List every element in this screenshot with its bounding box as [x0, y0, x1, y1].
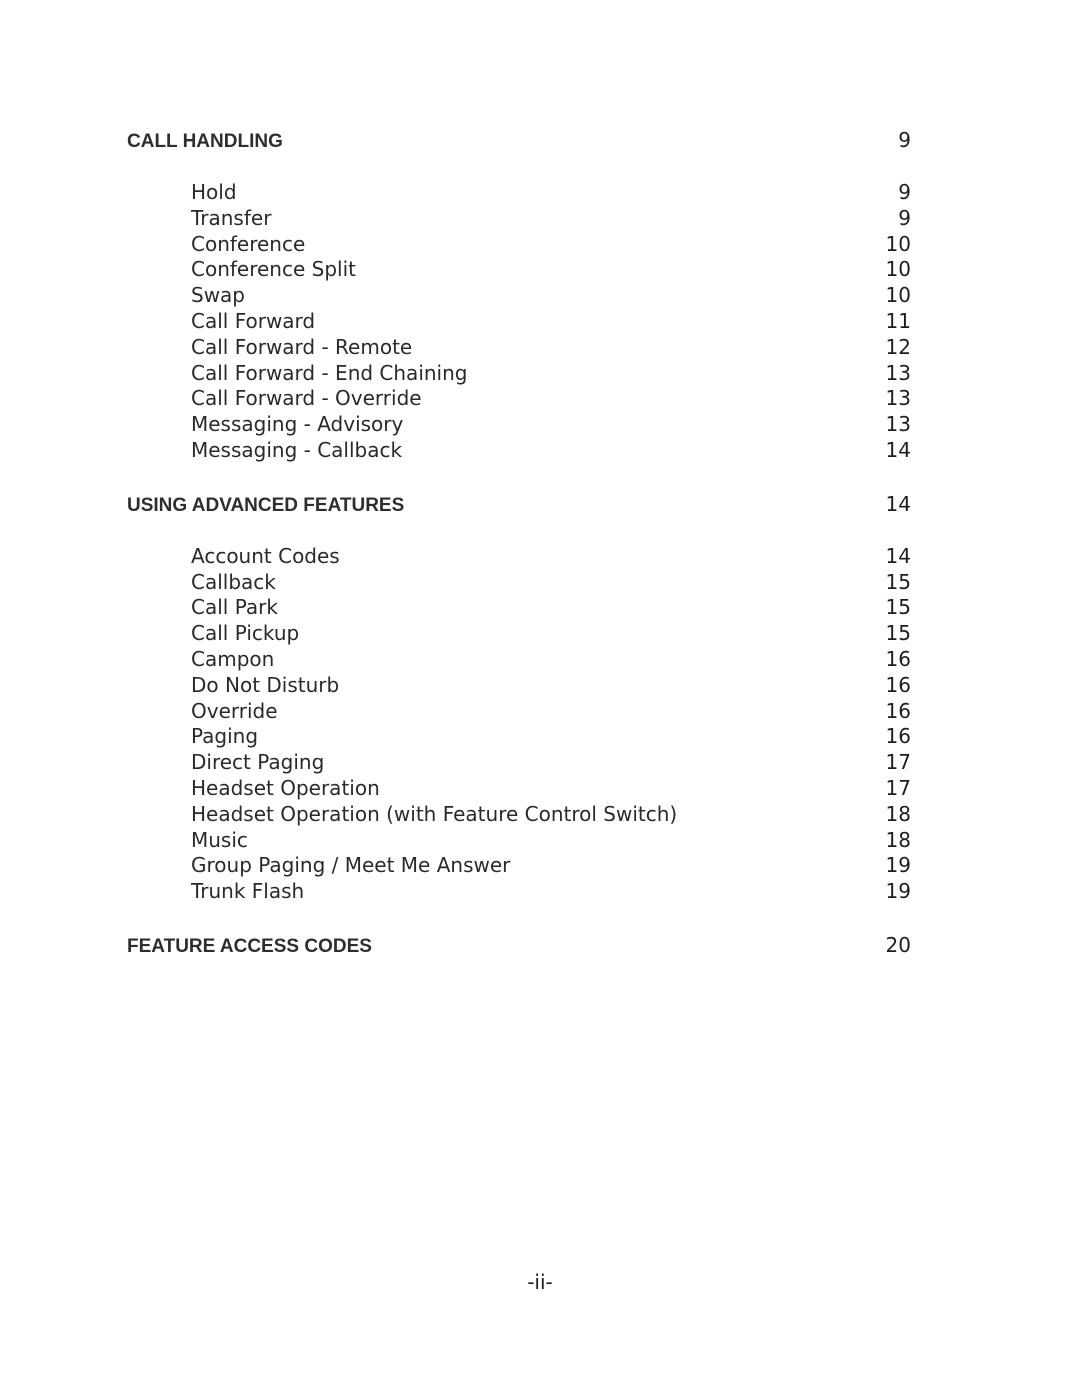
toc-entry[interactable]: Callback 15 — [127, 570, 911, 596]
toc-entry[interactable]: Conference Split 10 — [127, 257, 911, 283]
toc-entry-page-number: 15 — [885, 621, 911, 646]
section-heading-using-advanced-features[interactable]: USING ADVANCED FEATURES 14 — [127, 490, 911, 518]
toc-entry-title: Music — [191, 827, 248, 852]
toc-entry[interactable]: Campon 16 — [127, 647, 911, 673]
toc-entry[interactable]: Swap 10 — [127, 283, 911, 309]
section-heading-call-handling[interactable]: CALL HANDLING 9 — [127, 126, 911, 154]
toc-entry-page-number: 14 — [885, 543, 911, 568]
toc-entry[interactable]: Override 16 — [127, 699, 911, 725]
table-of-contents: CALL HANDLING 9 Hold 9 Transfer 9 Conference 10… — [127, 126, 911, 985]
toc-entry[interactable]: Direct Paging 17 — [127, 750, 911, 776]
toc-entry-title: Call Forward - Override — [191, 386, 422, 411]
toc-entry-title: Campon — [191, 646, 275, 671]
toc-entry-page-number: 16 — [885, 672, 911, 697]
toc-entry-page-number: 16 — [885, 698, 911, 723]
toc-entry-title: Headset Operation (with Feature Control … — [191, 801, 678, 826]
toc-entry[interactable]: Hold 9 — [127, 180, 911, 206]
toc-entry-title: Messaging - Callback — [191, 437, 403, 462]
toc-entry-title: Messaging - Advisory — [191, 412, 404, 437]
toc-entry-page-number: 14 — [885, 437, 911, 462]
toc-entry[interactable]: Paging 16 — [127, 724, 911, 750]
toc-entry[interactable]: Messaging - Advisory 13 — [127, 412, 911, 438]
toc-entry[interactable]: Call Park 15 — [127, 595, 911, 621]
toc-entry-title: Swap — [191, 283, 246, 308]
section-title: FEATURE ACCESS CODES — [127, 935, 372, 957]
toc-entry[interactable]: Call Pickup 15 — [127, 621, 911, 647]
toc-entry-page-number: 16 — [885, 646, 911, 671]
toc-entry-page-number: 18 — [885, 827, 911, 852]
toc-entry-title: Do Not Disturb — [191, 672, 340, 697]
toc-entry-page-number: 16 — [885, 724, 911, 749]
toc-entry-title: Call Forward — [191, 308, 316, 333]
toc-entry[interactable]: Call Forward - Remote 12 — [127, 335, 911, 361]
toc-entry[interactable]: Call Forward 11 — [127, 309, 911, 335]
section-page-number: 20 — [885, 932, 911, 957]
toc-entry[interactable]: Call Forward - Override 13 — [127, 386, 911, 412]
toc-entry-page-number: 9 — [898, 180, 911, 204]
toc-entry-title: Call Forward - End Chaining — [191, 360, 468, 385]
toc-entry[interactable]: Messaging - Callback 14 — [127, 438, 911, 464]
toc-entry-page-number: 13 — [885, 386, 911, 411]
toc-entry[interactable]: Call Forward - End Chaining 13 — [127, 361, 911, 387]
section-page-number: 14 — [885, 491, 911, 516]
toc-entry-title: Call Forward - Remote — [191, 334, 413, 359]
toc-entry-title: Group Paging / Meet Me Answer — [191, 853, 511, 878]
toc-entry-page-number: 19 — [885, 879, 911, 904]
toc-entry-title: Headset Operation — [191, 775, 380, 800]
toc-entry-title: Call Park — [191, 595, 278, 620]
toc-entry-page-number: 13 — [885, 360, 911, 385]
toc-entry[interactable]: Trunk Flash 19 — [127, 879, 911, 905]
toc-entry[interactable]: Account Codes 14 — [127, 544, 911, 570]
toc-entry-page-number: 12 — [885, 334, 911, 359]
toc-entry-title: Paging — [191, 724, 259, 749]
toc-entry-page-number: 11 — [885, 308, 911, 333]
toc-entry-title: Override — [191, 698, 278, 723]
toc-entry-title: Call Pickup — [191, 621, 300, 646]
toc-entry-page-number: 9 — [898, 205, 911, 230]
toc-entry-title: Hold — [191, 180, 237, 204]
toc-entry[interactable]: Transfer 9 — [127, 206, 911, 232]
toc-entry-page-number: 15 — [885, 595, 911, 620]
toc-entry-page-number: 19 — [885, 853, 911, 878]
toc-entry-title: Trunk Flash — [191, 879, 305, 904]
toc-entry-page-number: 18 — [885, 801, 911, 826]
toc-entry-title: Account Codes — [191, 543, 340, 568]
toc-entry[interactable]: Do Not Disturb 16 — [127, 673, 911, 699]
toc-entry[interactable]: Conference 10 — [127, 232, 911, 258]
toc-entry[interactable]: Headset Operation (with Feature Control … — [127, 802, 911, 828]
toc-entry-title: Conference Split — [191, 257, 356, 282]
toc-entry[interactable]: Music 18 — [127, 828, 911, 854]
section-heading-feature-access-codes[interactable]: FEATURE ACCESS CODES 20 — [127, 931, 911, 959]
section-entries-using-advanced-features: Account Codes 14 Callback 15 Call Park 15 Call… — [127, 544, 911, 905]
toc-entry-page-number: 17 — [885, 750, 911, 775]
toc-entry-page-number: 15 — [885, 569, 911, 594]
toc-entry-title: Transfer — [191, 205, 272, 230]
toc-entry-page-number: 10 — [885, 231, 911, 256]
toc-entry-title: Direct Paging — [191, 750, 325, 775]
toc-entry-page-number: 10 — [885, 283, 911, 308]
toc-entry-page-number: 17 — [885, 775, 911, 800]
section-page-number: 9 — [898, 128, 911, 152]
toc-entry-title: Conference — [191, 231, 306, 256]
toc-entry[interactable]: Headset Operation 17 — [127, 776, 911, 802]
section-entries-call-handling: Hold 9 Transfer 9 Conference 10 Conference Spl… — [127, 180, 911, 464]
toc-entry[interactable]: Group Paging / Meet Me Answer 19 — [127, 853, 911, 879]
section-title: USING ADVANCED FEATURES — [127, 494, 405, 516]
toc-entry-page-number: 10 — [885, 257, 911, 282]
toc-entry-page-number: 13 — [885, 412, 911, 437]
section-title: CALL HANDLING — [127, 131, 283, 152]
toc-entry-title: Callback — [191, 569, 276, 594]
page-number-footer: -ii- — [527, 1270, 553, 1294]
